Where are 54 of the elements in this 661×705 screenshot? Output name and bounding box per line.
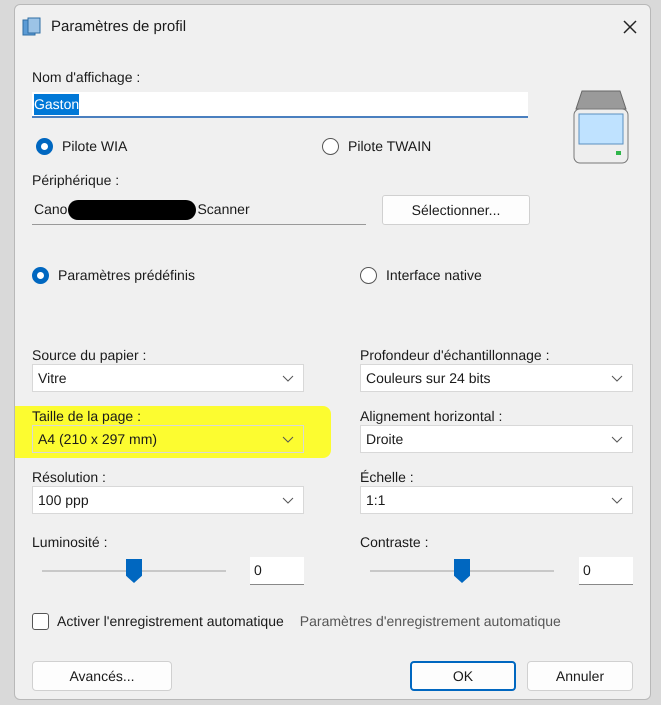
field-label: Profondeur d'échantillonnage : (360, 346, 550, 364)
field-label: Luminosité : (32, 533, 108, 552)
dialog-button[interactable]: Annuler (527, 661, 633, 691)
radio-label: Pilote TWAIN (348, 136, 432, 156)
name-field[interactable]: Gaston (32, 92, 528, 118)
chevron-icon (611, 436, 623, 442)
radio-button[interactable] (36, 138, 53, 154)
radio-label: Pilote WIA (62, 136, 128, 156)
radio-button[interactable] (32, 266, 49, 284)
checkbox-label: Activer l'enregistrement automatique (57, 612, 284, 631)
field-label: Échelle : (360, 468, 415, 486)
chevron-icon (611, 374, 623, 382)
autosave-settings-link[interactable]: Paramètres d'enregistrement automatique (300, 610, 561, 632)
profile-icon (21, 16, 43, 38)
dropdown-value: 1:1 (366, 490, 386, 510)
field-value: Scanner (197, 200, 250, 219)
dropdown-value: Droite (366, 430, 404, 448)
autosave-checkbox[interactable] (32, 612, 49, 630)
window-title: Paramètres de profil (51, 16, 186, 37)
field-label: Contraste : (360, 533, 430, 552)
value-field[interactable]: 0 (579, 557, 633, 585)
field-label: Nom d'affichage : (32, 68, 142, 87)
dropdown[interactable]: Couleurs sur 24 bits (360, 364, 633, 392)
dropdown[interactable]: Vitre (32, 364, 304, 392)
chevron-icon (282, 436, 294, 442)
chevron-icon (282, 374, 294, 382)
dropdown-value: A4 (210 x 297 mm) (38, 430, 158, 449)
radio-label: Interface native (386, 266, 482, 284)
slider-thumb[interactable] (126, 559, 142, 583)
dropdown-value: Vitre (38, 368, 67, 388)
radio-label: Paramètres prédéfinis (58, 266, 195, 285)
field-label: Alignement horizontal : (360, 407, 504, 425)
dropdown[interactable]: Droite (360, 425, 633, 453)
field-value: Cano (34, 200, 68, 219)
close-icon[interactable] (622, 19, 638, 35)
chevron-icon (282, 496, 294, 504)
dropdown[interactable]: A4 (210 x 297 mm) (32, 425, 304, 453)
dropdown[interactable]: 1:1 (360, 486, 633, 514)
dropdown-value: 100 ppp (38, 490, 89, 510)
field-label: Périphérique : (32, 171, 120, 190)
dropdown[interactable]: 100 ppp (32, 486, 304, 514)
field-label: Résolution : (32, 468, 107, 486)
dialog-button[interactable]: Avancés... (32, 661, 172, 691)
slider-thumb[interactable] (454, 559, 470, 583)
radio-button[interactable] (322, 138, 339, 154)
radio-button[interactable] (360, 266, 377, 284)
chevron-icon (611, 496, 623, 504)
field-value: Gaston (34, 94, 80, 114)
select-button[interactable]: Sélectionner... (382, 195, 530, 225)
dialog-button[interactable]: OK (410, 661, 516, 691)
field-label: Taille de la page : (32, 407, 142, 425)
value-field[interactable]: 0 (250, 557, 304, 585)
dropdown-value: Couleurs sur 24 bits (366, 368, 491, 388)
field-label: Source du papier : (32, 346, 148, 364)
